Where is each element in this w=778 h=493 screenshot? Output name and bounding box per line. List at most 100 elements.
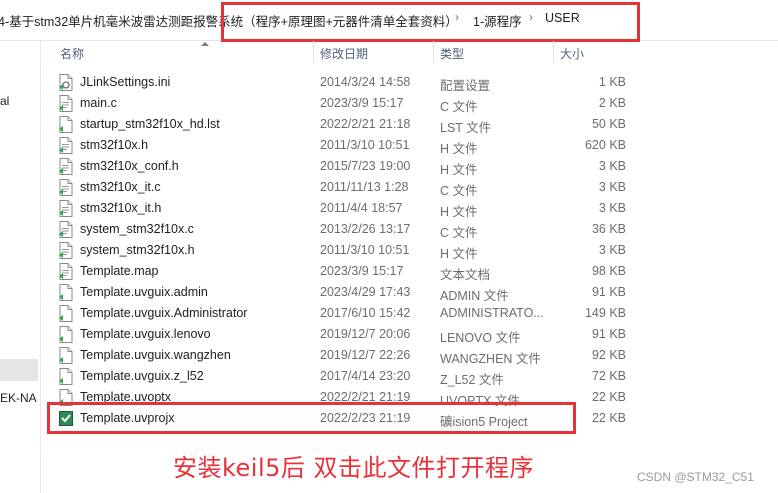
file-type: 文本文档 (440, 268, 491, 282)
file-date: 2011/4/4 18:57 (320, 201, 403, 215)
column-header-date[interactable]: 修改日期 (320, 45, 368, 62)
navigation-pane[interactable]: al EK-NA (0, 41, 41, 493)
file-name: system_stm32f10x.c (80, 222, 194, 236)
nav-item-selected[interactable] (0, 359, 38, 381)
file-date: 2011/11/13 1:28 (320, 180, 409, 194)
file-type: 配置设置 (440, 79, 491, 93)
file-row[interactable]: stm32f10x.h 2011/3/10 10:51 H 文件 620 KB (48, 135, 638, 156)
annotation-box-project-file (47, 402, 576, 434)
column-divider[interactable] (433, 41, 434, 63)
file-size: 50 KB (591, 117, 626, 131)
file-type: H 文件 (440, 205, 478, 219)
file-row[interactable]: stm32f10x_it.c 2011/11/13 1:28 C 文件 3 KB (48, 177, 638, 198)
file-date: 2017/6/10 15:42 (320, 306, 411, 320)
h-file-icon (59, 200, 73, 217)
file-size: 149 KB (584, 306, 626, 320)
file-type: Z_L52 文件 (440, 373, 504, 387)
file-size: 3 KB (598, 243, 626, 257)
file-date: 2013/2/26 13:17 (320, 222, 411, 236)
column-header-name[interactable]: 名称 (60, 45, 84, 62)
file-date: 2019/12/7 20:06 (320, 327, 411, 341)
c-file-icon (59, 179, 73, 196)
file-type: LST 文件 (440, 121, 492, 135)
file-row[interactable]: system_stm32f10x.c 2013/2/26 13:17 C 文件 36 … (48, 219, 638, 240)
file-type: C 文件 (440, 100, 478, 114)
c-file-icon (59, 221, 73, 238)
file-name: Template.uvguix.z_l52 (80, 369, 204, 383)
file-row[interactable]: main.c 2023/3/9 15:17 C 文件 2 KB (48, 93, 638, 114)
h-file-icon (59, 158, 73, 175)
annotation-caption: 安装keil5后 双击此文件打开程序 (173, 454, 535, 482)
column-divider[interactable] (553, 41, 554, 63)
c-file-icon (59, 95, 73, 112)
file-date: 2023/4/29 17:43 (320, 285, 411, 299)
file-size: 72 KB (591, 369, 626, 383)
file-row[interactable]: Template.uvguix.admin 2023/4/29 17:43 ADMI… (48, 282, 638, 303)
file-size: 22 KB (591, 411, 626, 425)
file-type: H 文件 (440, 247, 478, 261)
vertical-scrollbar[interactable] (770, 41, 778, 471)
file-size: 3 KB (598, 201, 626, 215)
column-header-size[interactable]: 大小 (560, 45, 584, 62)
file-type: LENOVO 文件 (440, 331, 521, 345)
file-size: 92 KB (591, 348, 626, 362)
file-type: H 文件 (440, 163, 478, 177)
file-name: startup_stm32f10x_hd.lst (80, 117, 220, 131)
file-name: Template.uvguix.admin (80, 285, 208, 299)
nav-item-fragment[interactable]: al (0, 94, 9, 108)
file-type: ADMIN 文件 (440, 289, 509, 303)
file-size: 620 KB (584, 138, 626, 152)
watermark: CSDN @STM32_C51 (637, 470, 754, 484)
file-row[interactable]: stm32f10x_conf.h 2015/7/23 19:00 H 文件 3 KB (48, 156, 638, 177)
column-header-type[interactable]: 类型 (440, 45, 464, 62)
file-date: 2011/3/10 10:51 (320, 243, 410, 257)
annotation-box-path (221, 2, 640, 42)
file-name: JLinkSettings.ini (80, 75, 171, 89)
file-row[interactable]: system_stm32f10x.h 2011/3/10 10:51 H 文件 3 K… (48, 240, 638, 261)
file-size: 1 KB (598, 75, 626, 89)
file-row[interactable]: Template.map 2023/3/9 15:17 文本文档 98 KB (48, 261, 638, 282)
file-name: stm32f10x.h (80, 138, 149, 152)
file-name: main.c (80, 96, 117, 110)
column-divider[interactable] (313, 41, 314, 63)
file-icon (59, 284, 73, 301)
file-row[interactable]: JLinkSettings.ini 2014/3/24 14:58 配置设置 1 KB (48, 72, 638, 93)
file-size: 91 KB (591, 285, 626, 299)
file-size: 36 KB (591, 222, 626, 236)
file-type: WANGZHEN 文件 (440, 352, 541, 366)
file-date: 2023/3/9 15:17 (320, 264, 404, 278)
file-name: stm32f10x_it.h (80, 201, 162, 215)
file-row[interactable]: stm32f10x_it.h 2011/4/4 18:57 H 文件 3 KB (48, 198, 638, 219)
file-type: C 文件 (440, 184, 478, 198)
file-row[interactable]: Template.uvguix.z_l52 2017/4/14 23:20 Z_L5… (48, 366, 638, 387)
file-row[interactable]: startup_stm32f10x_hd.lst 2022/2/21 21:18 L… (48, 114, 638, 135)
file-icon (59, 116, 73, 133)
h-file-icon (59, 242, 73, 259)
file-size: 98 KB (591, 264, 626, 278)
file-name: Template.uvguix.lenovo (80, 327, 211, 341)
file-name: stm32f10x_conf.h (80, 159, 179, 173)
file-date: 2017/4/14 23:20 (320, 369, 411, 383)
file-date: 2023/3/9 15:17 (320, 96, 404, 110)
file-size: 3 KB (598, 159, 626, 173)
file-date: 2015/7/23 19:00 (320, 159, 411, 173)
file-size: 91 KB (591, 327, 626, 341)
nav-item-fragment[interactable]: EK-NA (0, 391, 37, 405)
file-name: Template.uvguix.Administrator (80, 306, 248, 320)
text-file-icon (59, 263, 73, 280)
file-name: Template.map (80, 264, 159, 278)
file-icon (59, 347, 73, 364)
file-date: 2019/12/7 22:26 (320, 348, 411, 362)
sort-ascending-icon (201, 42, 209, 46)
file-date: 2022/2/21 21:18 (320, 117, 411, 131)
file-row[interactable]: Template.uvguix.wangzhen 2019/12/7 22:26 W… (48, 345, 638, 366)
file-row[interactable]: Template.uvguix.Administrator 2017/6/10 1… (48, 303, 638, 324)
file-row[interactable]: Template.uvguix.lenovo 2019/12/7 20:06 LEN… (48, 324, 638, 345)
file-size: 2 KB (598, 96, 626, 110)
file-date: 2011/3/10 10:51 (320, 138, 410, 152)
file-icon (59, 326, 73, 343)
h-file-icon (59, 137, 73, 154)
file-type: H 文件 (440, 142, 478, 156)
file-icon (59, 368, 73, 385)
file-icon (59, 305, 73, 322)
